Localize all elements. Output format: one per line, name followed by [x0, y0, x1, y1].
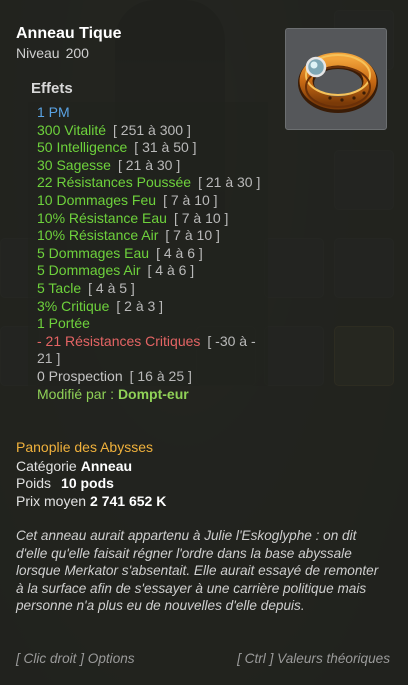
- effect-range: [ 21 à 30 ]: [198, 174, 261, 191]
- effect-line: 1 Portée: [37, 315, 268, 333]
- effect-text: 10% Résistance Air: [37, 227, 159, 244]
- effect-range: [ 251 à 300 ]: [113, 121, 191, 138]
- effect-line: 30 Sagesse [ 21 à 30 ]: [37, 157, 268, 175]
- item-description: Cet anneau aurait appartenu à Julie l'Es…: [16, 528, 379, 614]
- modified-by-value: Dompt-eur: [117, 385, 189, 402]
- effect-line: 0 Prospection [ 16 à 25 ]: [37, 368, 268, 386]
- effect-text: 22 Résistances Poussée: [37, 174, 192, 191]
- effect-line: 5 Tacle [ 4 à 5 ]: [37, 280, 268, 298]
- effect-range: [ 2 à 3 ]: [116, 297, 164, 314]
- effect-line: 1 PM: [37, 104, 268, 122]
- effect-text: 1 Portée: [37, 315, 90, 332]
- effect-text: 5 Tacle: [37, 279, 82, 296]
- level-value: 200: [65, 45, 89, 61]
- weight-row: Poids 10 pods: [16, 475, 166, 493]
- price-row: Prix moyen 2 741 652 K: [16, 493, 166, 511]
- effect-range: [ 4 à 5 ]: [88, 279, 135, 296]
- effect-text: 0 Prospection: [37, 367, 123, 384]
- effect-line: 10% Résistance Air [ 7 à 10 ]: [37, 227, 268, 245]
- effects-list: 1 PM 300 Vitalité [ 251 à 300 ] 50 Intellig…: [28, 102, 268, 386]
- effect-text: 10% Résistance Eau: [37, 209, 167, 226]
- effect-range: [ 7 à 10 ]: [163, 191, 218, 208]
- effect-text: 5 Dommages Air: [37, 262, 141, 279]
- weight-label: Poids: [16, 475, 52, 492]
- effect-text: 3% Critique: [37, 297, 110, 314]
- effect-text: 30 Sagesse: [37, 156, 111, 173]
- category-label: Catégorie: [16, 457, 77, 474]
- item-level: Niveau 200: [16, 44, 122, 62]
- effect-text: 50 Intelligence: [37, 139, 128, 156]
- effect-range: [ 4 à 6 ]: [156, 244, 203, 261]
- effect-range: [ 7 à 10 ]: [173, 209, 229, 226]
- effect-line: - 21 Résistances Critiques[ -30 à - 21 ]: [37, 333, 268, 368]
- effect-text: 10 Dommages Feu: [37, 191, 157, 208]
- effect-range: [ 31 à 50 ]: [134, 139, 197, 156]
- item-info: Panoplie des Abysses Catégorie Anneau Poi…: [16, 439, 166, 510]
- price-value: 2 741 652 K: [90, 492, 167, 509]
- effect-line: 300 Vitalité [ 251 à 300 ]: [37, 122, 268, 140]
- effect-text: 5 Dommages Eau: [37, 244, 150, 261]
- effect-line: 5 Dommages Eau [ 4 à 6 ]: [37, 245, 268, 263]
- effect-text: 1 PM: [37, 104, 70, 120]
- price-label: Prix moyen: [16, 492, 87, 509]
- effect-line: 3% Critique [ 2 à 3 ]: [37, 298, 268, 316]
- effect-range: [ 16 à 25 ]: [129, 367, 192, 384]
- weight-value: 10 pods: [61, 475, 114, 492]
- effect-line: 22 Résistances Poussée [ 21 à 30 ]: [37, 174, 268, 192]
- effect-line: 10% Résistance Eau [ 7 à 10 ]: [37, 210, 268, 228]
- category-row: Catégorie Anneau: [16, 458, 166, 476]
- tooltip-header: Anneau Tique Niveau 200: [16, 24, 122, 62]
- effect-text: 300 Vitalité: [37, 121, 107, 138]
- theoretical-values-hint: [ Ctrl ] Valeurs théoriques: [237, 651, 390, 666]
- effect-line: 5 Dommages Air [ 4 à 6 ]: [37, 262, 268, 280]
- effects-section: Effets 1 PM 300 Vitalité [ 251 à 300 ] 50 I…: [28, 80, 368, 403]
- level-label: Niveau: [16, 45, 60, 61]
- effect-range: [ 7 à 10 ]: [165, 227, 220, 244]
- effect-text: - 21 Résistances Critiques: [37, 332, 201, 349]
- modified-by-label: Modifié par :: [37, 385, 115, 402]
- effects-title: Effets: [31, 80, 73, 97]
- item-name: Anneau Tique: [16, 25, 122, 42]
- tooltip-footer: [ Clic droit ] Options [ Ctrl ] Valeurs …: [16, 650, 390, 668]
- options-hint: [ Clic droit ] Options: [16, 651, 135, 666]
- effect-range: [ 21 à 30 ]: [117, 156, 181, 173]
- set-name[interactable]: Panoplie des Abysses: [16, 439, 166, 457]
- effect-line: 10 Dommages Feu [ 7 à 10 ]: [37, 192, 268, 210]
- category-value: Anneau: [80, 457, 133, 474]
- item-tooltip: Anneau Tique Niveau 200 Effets 1 PM 300 …: [0, 0, 408, 685]
- effect-range: [ 4 à 6 ]: [147, 262, 195, 279]
- modified-by-line: Modifié par : Dompt-eur: [28, 386, 368, 404]
- effect-line: 50 Intelligence [ 31 à 50 ]: [37, 139, 268, 157]
